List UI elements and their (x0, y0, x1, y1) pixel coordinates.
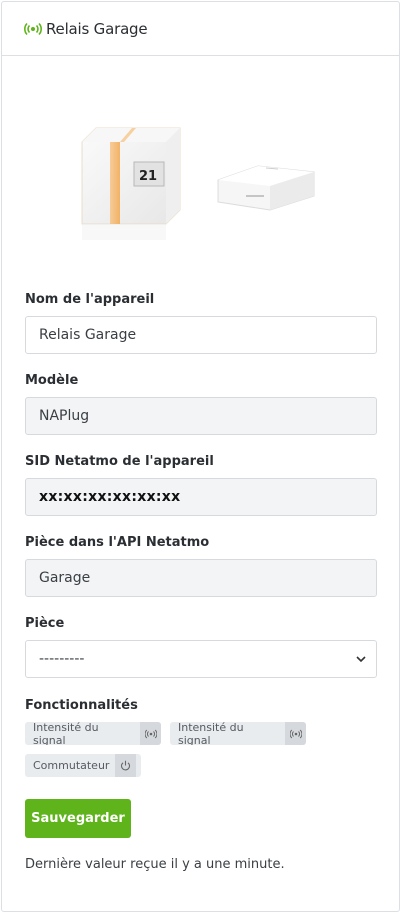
feature-badge-label: Intensité du signal (33, 722, 99, 745)
sid-label: SID Netatmo de l'appareil (25, 454, 214, 469)
device-image: 21 (81, 127, 315, 240)
room-select-value: --------- (39, 651, 85, 667)
thermostat-image: 21 (81, 127, 181, 240)
page-title: Relais Garage (46, 19, 148, 38)
model-field: NAPlug (25, 397, 377, 435)
feature-badge-signal: Intensité du signal (25, 722, 161, 745)
signal-icon (285, 722, 306, 745)
signal-broadcast-icon (24, 22, 42, 35)
sid-field: xx:xx:xx:xx:xx:xx (25, 478, 377, 516)
room-label: Pièce (25, 616, 65, 631)
model-label: Modèle (25, 373, 79, 388)
save-button[interactable]: Sauvegarder (25, 799, 131, 838)
device-card: Relais Garage 21 Nom de l'appareil Relai… (1, 1, 400, 912)
thermostat-display: 21 (139, 169, 157, 184)
power-icon (115, 754, 137, 777)
feature-badge-label: Intensité du signal (178, 722, 244, 745)
feature-badge-label: Commutateur (33, 759, 110, 772)
card-header: Relais Garage (2, 2, 399, 56)
last-value-status: Dernière valeur reçue il y a une minute. (25, 857, 285, 872)
feature-badge-switch: Commutateur (25, 754, 141, 777)
signal-icon (140, 722, 161, 745)
chevron-down-icon (356, 656, 366, 663)
relay-image (217, 165, 315, 211)
feature-badge-signal: Intensité du signal (170, 722, 306, 745)
api-room-label: Pièce dans l'API Netatmo (25, 535, 210, 550)
api-room-field: Garage (25, 559, 377, 597)
features-label: Fonctionnalités (25, 698, 138, 713)
room-select[interactable]: --------- (25, 640, 377, 678)
device-name-label: Nom de l'appareil (25, 292, 155, 307)
device-name-input[interactable]: Relais Garage (25, 316, 377, 354)
